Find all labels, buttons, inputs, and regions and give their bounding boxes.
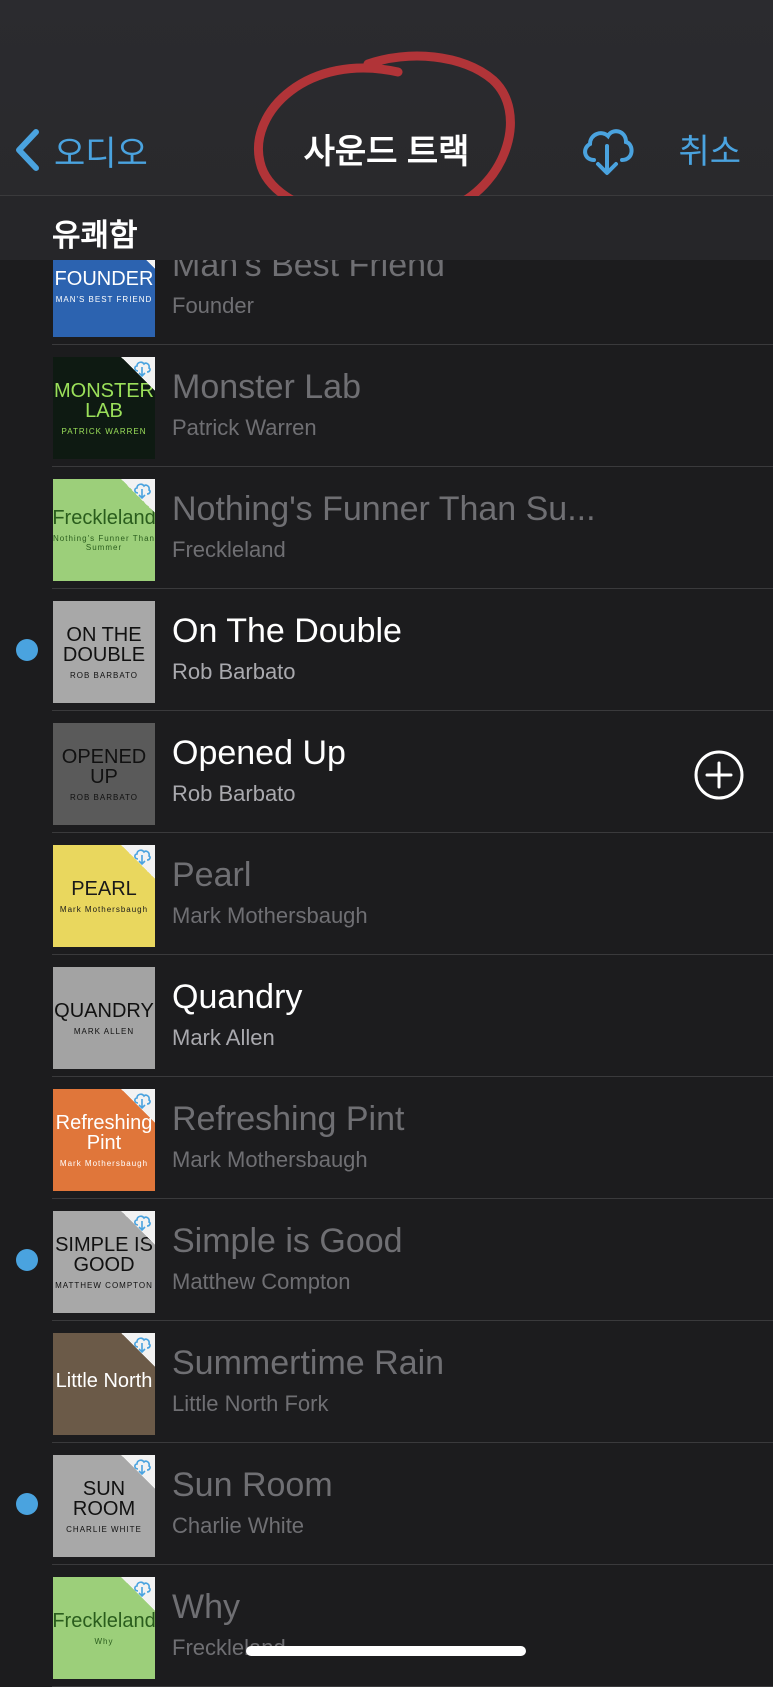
plus-circle-icon (694, 750, 744, 800)
cloud-icon (121, 1577, 155, 1611)
artwork-subtext: MARK ALLEN (73, 1026, 135, 1036)
artwork-subtext: MATTHEW COMPTON (55, 1280, 153, 1290)
artwork-subtext: Nothing's Funner Than Summer (53, 534, 155, 552)
track-title: Refreshing Pint (172, 1100, 405, 1138)
cloud-icon (121, 479, 155, 513)
cloud-icon (121, 357, 155, 391)
album-artwork: SUN ROOM CHARLIE WHITE (53, 1455, 155, 1557)
artwork-text: Little North (55, 1370, 153, 1392)
track-title: Nothing's Funner Than Su... (172, 490, 596, 528)
track-meta: Monster Lab Patrick Warren (172, 367, 753, 443)
artwork-subtext: Why (94, 1636, 114, 1646)
artwork-subtext: ROB BARBATO (69, 670, 139, 680)
track-row[interactable]: MONSTER LAB PATRICK WARREN Monster Lab Patr… (52, 345, 773, 467)
track-artist: Little North Fork (172, 1391, 329, 1416)
cloud-icon (121, 1089, 155, 1123)
track-meta: Refreshing Pint Mark Mothersbaugh (172, 1099, 753, 1175)
cloud-icon (121, 1455, 155, 1489)
track-meta: Summertime Rain Little North Fork (172, 1343, 753, 1419)
cloud-icon (121, 1333, 155, 1367)
track-row[interactable]: Refreshing Pint Mark Mothersbaugh Refreshi… (52, 1077, 773, 1199)
track-row[interactable]: Freckleland Nothing's Funner Than Summer N… (52, 467, 773, 589)
track-row[interactable]: PEARL Mark Mothersbaugh Pearl Mark Mothersb… (52, 833, 773, 955)
artwork-subtext: Mark Mothersbaugh (59, 1158, 149, 1168)
album-artwork: PEARL Mark Mothersbaugh (53, 845, 155, 947)
album-artwork: SIMPLE IS GOOD MATTHEW COMPTON (53, 1211, 155, 1313)
cancel-button[interactable]: 취소 (678, 124, 741, 173)
selected-dot-indicator (16, 638, 38, 661)
track-meta: On The Double Rob Barbato (172, 611, 753, 687)
album-artwork: MONSTER LAB PATRICK WARREN (53, 357, 155, 459)
navigation-bar: 오디오 사운드 트랙 취소 (0, 0, 773, 226)
track-artist: Mark Mothersbaugh (172, 903, 368, 928)
track-artist: Matthew Compton (172, 1269, 351, 1294)
artwork-text: FOUNDER (54, 267, 154, 290)
album-artwork: OPENED UP ROB BARBATO (53, 723, 155, 825)
artwork-text: Freckleland (53, 1609, 155, 1632)
track-title: Opened Up (172, 734, 346, 772)
track-artist: Charlie White (172, 1513, 305, 1538)
track-row[interactable]: QUANDRY MARK ALLEN Quandry Mark Allen (52, 955, 773, 1077)
artwork-subtext: PATRICK WARREN (61, 426, 147, 436)
track-artist: Rob Barbato (172, 659, 296, 684)
track-meta: Nothing's Funner Than Su... Freckleland (172, 489, 753, 565)
home-indicator[interactable] (246, 1646, 526, 1656)
selected-dot-indicator (16, 1248, 38, 1271)
section-title: 유쾌함 (52, 218, 138, 253)
album-artwork: QUANDRY MARK ALLEN (53, 967, 155, 1069)
album-artwork: ON THE DOUBLE ROB BARBATO (53, 601, 155, 703)
cloud-download-icon[interactable] (578, 124, 636, 181)
artwork-subtext: CHARLIE WHITE (66, 1524, 142, 1534)
track-list: FOUNDER MAN'S BEST FRIEND Man's Best Frien… (0, 223, 773, 1687)
add-track-button[interactable] (693, 749, 745, 806)
track-artist: Mark Mothersbaugh (172, 1147, 368, 1172)
album-artwork: Refreshing Pint Mark Mothersbaugh (53, 1089, 155, 1191)
cloud-icon (121, 845, 155, 879)
track-row[interactable]: SIMPLE IS GOOD MATTHEW COMPTON Simple is G… (16, 1199, 773, 1321)
track-title: Why (172, 1588, 240, 1626)
artwork-subtext: Mark Mothersbaugh (59, 904, 149, 914)
track-row[interactable]: Freckleland Why Why Freckleland (52, 1565, 773, 1687)
track-meta: Sun Room Charlie White (172, 1465, 753, 1541)
track-row[interactable]: Little North Summertime Rain Little North … (52, 1321, 773, 1443)
track-meta: Opened Up Rob Barbato (172, 733, 753, 809)
track-meta: Pearl Mark Mothersbaugh (172, 855, 753, 931)
album-artwork: Little North (53, 1333, 155, 1435)
track-row[interactable]: OPENED UP ROB BARBATO Opened Up Rob Barbato (52, 711, 773, 833)
section-header: 유쾌함 (0, 196, 773, 260)
track-meta: Quandry Mark Allen (172, 977, 753, 1053)
artwork-text: ON THE DOUBLE (62, 623, 146, 666)
track-title: Summertime Rain (172, 1344, 445, 1382)
album-artwork: Freckleland Why (53, 1577, 155, 1679)
track-title: On The Double (172, 612, 402, 650)
track-artist: Rob Barbato (172, 781, 296, 806)
artwork-subtext: ROB BARBATO (69, 792, 139, 802)
artwork-text: OPENED UP (61, 745, 147, 788)
track-artist: Mark Allen (172, 1025, 275, 1050)
track-row[interactable]: ON THE DOUBLE ROB BARBATO On The Double Rob… (16, 589, 773, 711)
track-title: Simple is Good (172, 1222, 403, 1260)
album-artwork: Freckleland Nothing's Funner Than Summer (53, 479, 155, 581)
artwork-text: PEARL (71, 877, 137, 900)
track-title: Monster Lab (172, 368, 361, 406)
track-title: Quandry (172, 978, 303, 1016)
track-row[interactable]: SUN ROOM CHARLIE WHITE Sun Room Charlie Whi… (16, 1443, 773, 1565)
track-meta: Simple is Good Matthew Compton (172, 1221, 753, 1297)
artwork-text: QUANDRY (54, 999, 154, 1022)
artwork-subtext: MAN'S BEST FRIEND (55, 294, 153, 304)
cloud-icon (121, 1211, 155, 1245)
track-title: Sun Room (172, 1466, 333, 1504)
selected-dot-indicator (16, 1492, 38, 1515)
track-title: Pearl (172, 856, 252, 894)
track-artist: Patrick Warren (172, 415, 317, 440)
track-artist: Founder (172, 293, 254, 318)
track-artist: Freckleland (172, 537, 286, 562)
